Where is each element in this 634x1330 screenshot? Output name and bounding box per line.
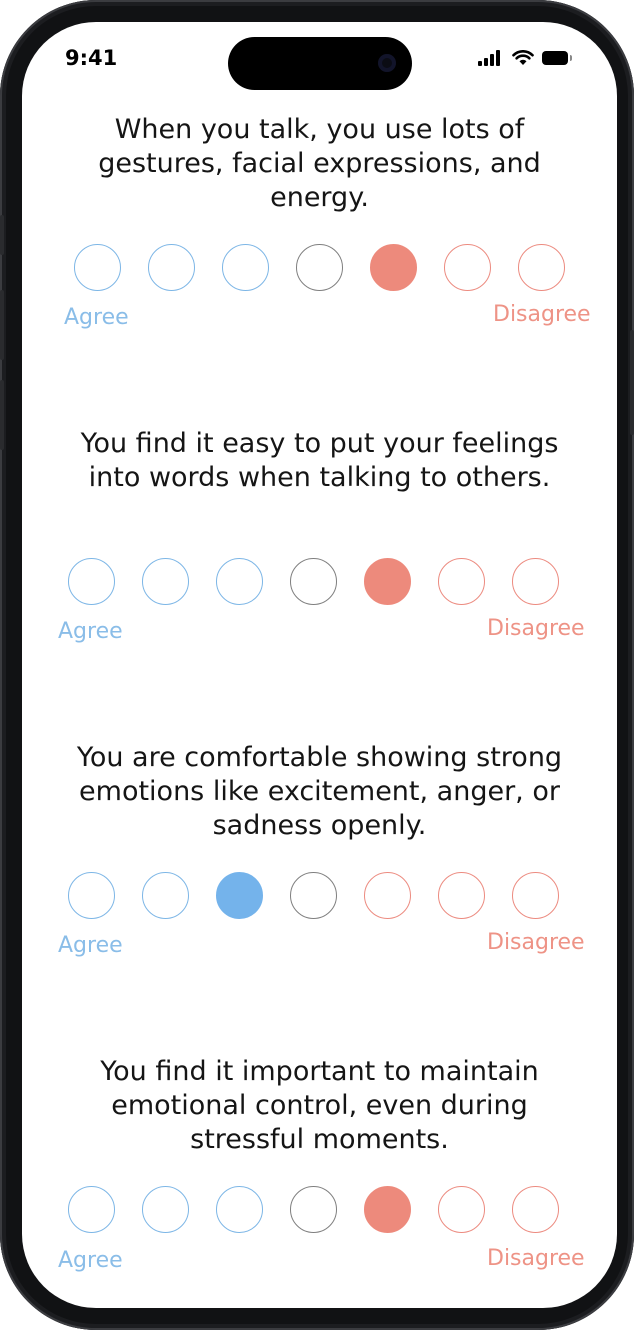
question-text: You find it important to maintain emotio… — [22, 1055, 617, 1157]
question-2-text: You find it easy to put your feelings in… — [80, 428, 559, 493]
volume-up-button — [0, 290, 4, 360]
dynamic-island — [228, 37, 412, 90]
question-4-text: You find it important to maintain emotio… — [100, 1056, 539, 1155]
wifi-icon — [512, 50, 534, 65]
scale-option-5[interactable] — [364, 1186, 411, 1233]
screen: 9:41 When you talk, you use lots of gest… — [22, 22, 617, 1308]
scale-option-5[interactable] — [370, 244, 417, 291]
question-text: You are comfortable showing strong emoti… — [22, 741, 617, 843]
power-button — [630, 330, 634, 435]
scale-row — [22, 1186, 617, 1233]
scale-option-4[interactable] — [296, 244, 343, 291]
scale-option-3[interactable] — [222, 244, 269, 291]
disagree-label: Disagree — [487, 1246, 585, 1271]
signal-icon — [478, 50, 504, 66]
scale-option-3[interactable] — [216, 872, 263, 919]
scale-option-4[interactable] — [290, 1186, 337, 1233]
disagree-label: Disagree — [487, 616, 585, 641]
scale-option-2[interactable] — [142, 1186, 189, 1233]
scale-row — [22, 558, 617, 605]
scale-option-7[interactable] — [512, 558, 559, 605]
scale-option-3[interactable] — [216, 1186, 263, 1233]
scale-option-1[interactable] — [74, 244, 121, 291]
scale-option-2[interactable] — [148, 244, 195, 291]
scale-option-1[interactable] — [68, 1186, 115, 1233]
question-1-text: When you talk, you use lots of gestures,… — [98, 114, 541, 213]
scale-option-2[interactable] — [142, 558, 189, 605]
battery-icon — [542, 51, 572, 65]
scale-option-3[interactable] — [216, 558, 263, 605]
scale-option-6[interactable] — [438, 558, 485, 605]
agree-label: Agree — [64, 305, 129, 330]
agree-label: Agree — [58, 933, 123, 958]
scale-option-6[interactable] — [438, 1186, 485, 1233]
scale-option-2[interactable] — [142, 872, 189, 919]
scale-option-6[interactable] — [438, 872, 485, 919]
volume-down-button — [0, 380, 4, 450]
disagree-label: Disagree — [493, 302, 591, 327]
scale-option-7[interactable] — [512, 872, 559, 919]
scale-option-1[interactable] — [68, 872, 115, 919]
scale-option-5[interactable] — [364, 558, 411, 605]
scale-option-6[interactable] — [444, 244, 491, 291]
scale-row — [22, 244, 617, 291]
question-text: You find it easy to put your feelings in… — [22, 427, 617, 495]
scale-option-5[interactable] — [364, 872, 411, 919]
scale-option-7[interactable] — [518, 244, 565, 291]
question-text: When you talk, you use lots of gestures,… — [22, 113, 617, 215]
agree-label: Agree — [58, 619, 123, 644]
action-button — [0, 215, 4, 255]
scale-option-7[interactable] — [512, 1186, 559, 1233]
agree-label: Agree — [58, 1248, 123, 1273]
camera-icon — [378, 54, 396, 72]
scale-row — [22, 872, 617, 919]
question-3-text: You are comfortable showing strong emoti… — [76, 742, 563, 841]
status-time: 9:41 — [65, 46, 118, 70]
status-icons — [478, 50, 572, 66]
scale-option-1[interactable] — [68, 558, 115, 605]
scale-option-4[interactable] — [290, 872, 337, 919]
disagree-label: Disagree — [487, 930, 585, 955]
scale-option-4[interactable] — [290, 558, 337, 605]
